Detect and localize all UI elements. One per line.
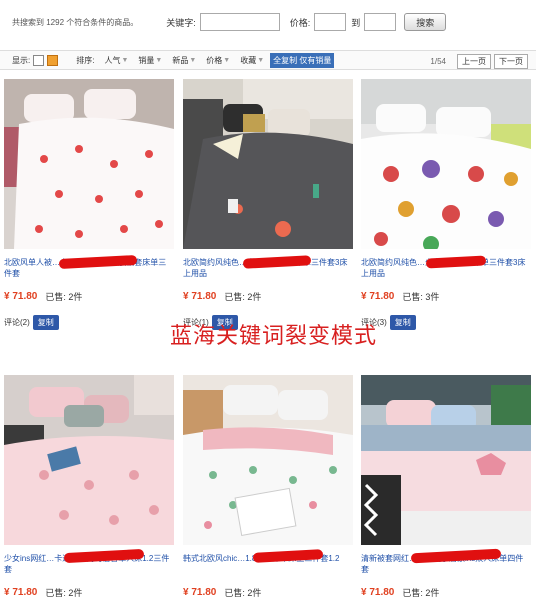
- product-price: ¥ 71.80: [4, 587, 38, 598]
- sort-toolbar: 显示: 排序: 人气 ▼ 销量 ▼ 新品 ▼ 价格 ▼ 收藏 ▼ 全复制 仅有销量 1/5…: [0, 50, 536, 70]
- product-sold: 已售: 2件: [224, 588, 262, 598]
- product-price: ¥ 71.80: [361, 291, 395, 302]
- sort-arrow-icon: ▼: [257, 56, 265, 64]
- copy-button[interactable]: 复制: [389, 315, 416, 330]
- watermark-text: 蓝海关键词裂变模式: [170, 324, 378, 349]
- product-image[interactable]: [183, 79, 353, 249]
- copy-all-button[interactable]: 全复制 仅有销量: [270, 52, 335, 68]
- price-to-label: 到: [351, 17, 361, 28]
- product-price: ¥ 71.80: [4, 291, 38, 302]
- product-price: ¥ 71.80: [183, 291, 217, 302]
- product-sold: 已售: 2件: [45, 292, 83, 302]
- product-sold: 已售: 2件: [402, 588, 440, 598]
- review-count[interactable]: 评论(2): [4, 317, 30, 328]
- grid-view-icon[interactable]: [47, 54, 59, 66]
- product-image[interactable]: [361, 375, 531, 545]
- sort-newest[interactable]: 新品 ▼: [172, 55, 196, 66]
- product-card[interactable]: 北欧简约风纯色…少女粉色被套床单三件套3床上用品 ¥ 71.80 已售: 2件 评…: [183, 79, 353, 330]
- product-price: ¥ 71.80: [183, 587, 217, 598]
- sort-arrow-icon: ▼: [189, 56, 197, 64]
- sort-arrow-icon: ▼: [223, 56, 231, 64]
- product-price: ¥ 71.80: [361, 587, 395, 598]
- product-image[interactable]: [4, 79, 174, 249]
- copy-button[interactable]: 复制: [32, 315, 59, 330]
- sort-popularity[interactable]: 人气 ▼: [104, 55, 128, 66]
- product-card[interactable]: 北欧风单人被…上用品ins网红亲肤被套床单三件套 ¥ 71.80已售: 2件 评…: [4, 79, 174, 330]
- product-sold: 已售: 2件: [224, 292, 262, 302]
- prev-page-button[interactable]: 上一页: [457, 53, 491, 69]
- product-card[interactable]: 北欧简约风纯色…少女粉色被套床单三件套3床上用品 ¥ 71.80 已售: 3件 评…: [361, 79, 531, 330]
- search-bar: 共搜索到 1292 个符合条件的商品。 关键字: 价格: 到 搜索: [0, 0, 536, 44]
- keyword-label: 关键字:: [166, 17, 196, 28]
- sort-favorites[interactable]: 收藏 ▼: [240, 55, 264, 66]
- list-view-icon[interactable]: [33, 54, 45, 66]
- pagination: 1/54 上一页 下一页: [430, 51, 528, 71]
- price-max-input[interactable]: [364, 13, 397, 31]
- search-button[interactable]: 搜索: [404, 13, 447, 31]
- price-min-input[interactable]: [314, 13, 347, 31]
- sort-price[interactable]: 价格 ▼: [206, 55, 230, 66]
- sort-arrow-icon: ▼: [121, 56, 129, 64]
- product-card[interactable]: 少女ins网红…卡通被套简约宿舍单人床1.2三件套 ¥ 71.80已售: 2件: [4, 375, 174, 599]
- product-card[interactable]: 清新被套网红…田园夏季居家ins双人床单四件套 ¥ 71.80已售: 2件: [361, 375, 531, 599]
- result-count: 共搜索到 1292 个符合条件的商品。: [12, 17, 139, 27]
- sort-arrow-icon: ▼: [155, 56, 163, 64]
- product-image[interactable]: [4, 375, 174, 545]
- price-label: 价格:: [289, 17, 311, 28]
- product-sold: 已售: 2件: [45, 588, 83, 598]
- display-label: 显示:: [12, 55, 31, 65]
- page-indicator: 1/54: [430, 56, 446, 66]
- product-image[interactable]: [183, 375, 353, 545]
- product-image[interactable]: [361, 79, 531, 249]
- product-card[interactable]: 韩式北欧风chic…1.8单人床单床上三件套1.2 ¥ 71.80已售: 2件: [183, 375, 353, 599]
- sort-label: 排序:: [76, 55, 95, 65]
- sort-sales[interactable]: 销量 ▼: [138, 55, 162, 66]
- product-sold: 已售: 3件: [402, 292, 440, 302]
- keyword-input[interactable]: [199, 13, 280, 31]
- next-page-button[interactable]: 下一页: [494, 53, 528, 69]
